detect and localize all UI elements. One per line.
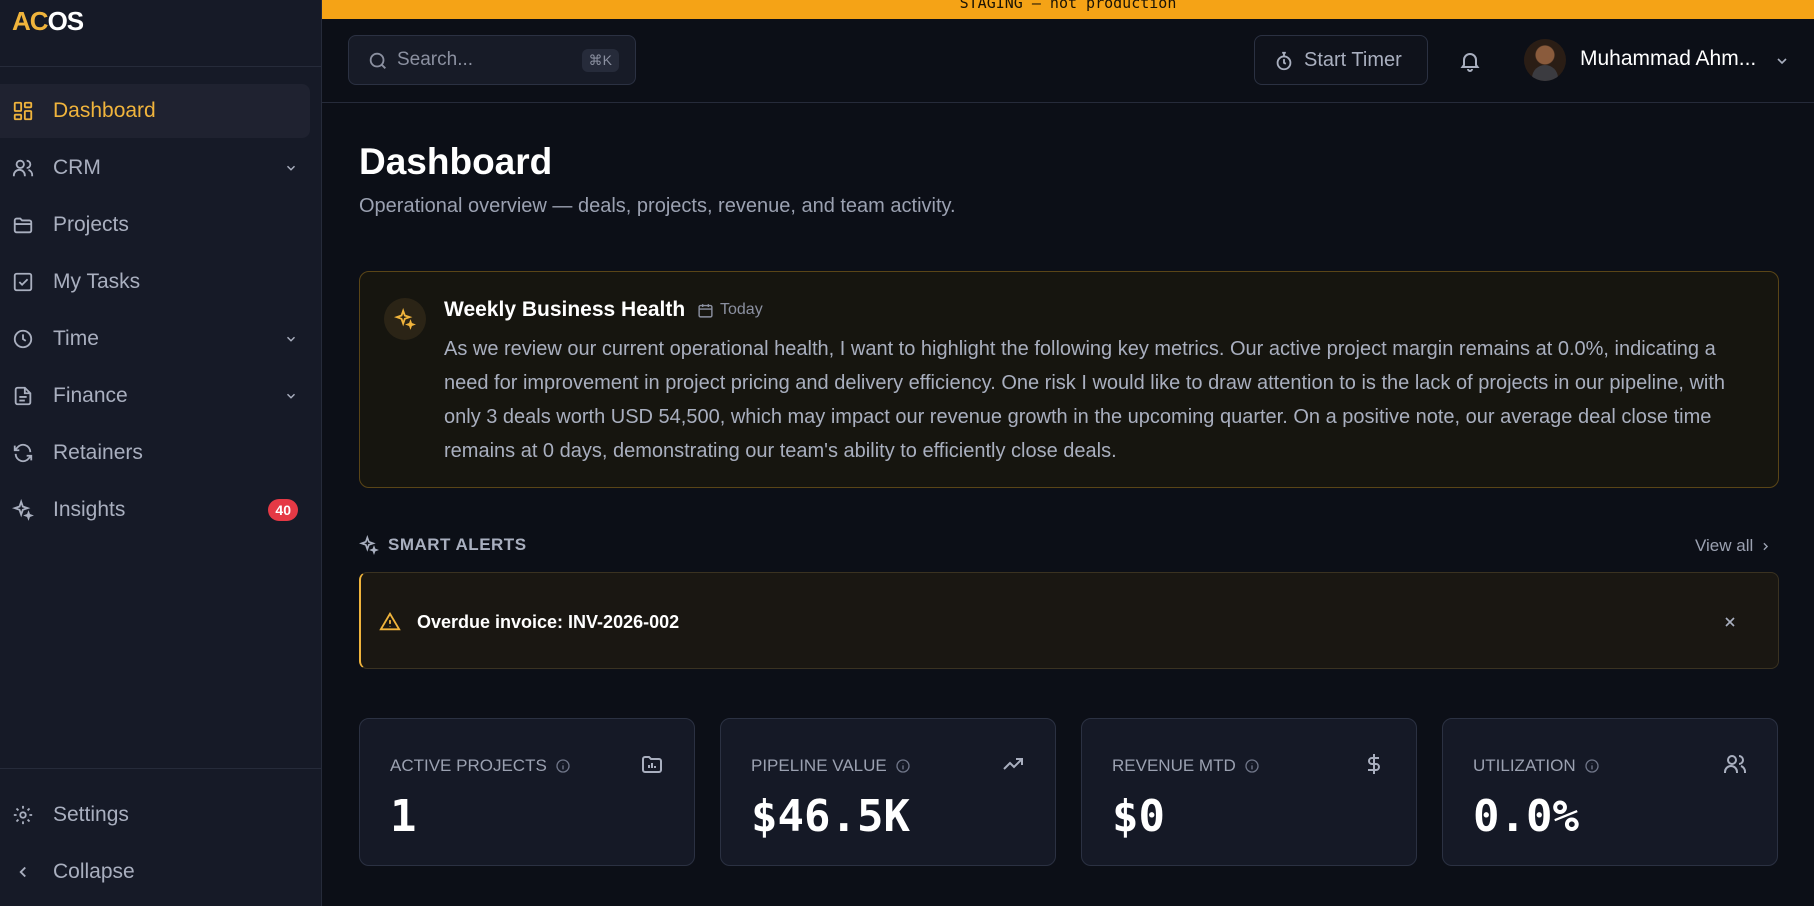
checkbox-icon [12,271,34,293]
chevron-down-icon[interactable] [284,389,298,403]
kpi-cards: ACTIVE PROJECTS 1 PIPELINE VALUE $46.5K … [359,718,1779,866]
alert-text: Overdue invoice: INV-2026-002 [417,612,680,632]
kpi-value: $46.5K [751,791,910,842]
gear-icon [12,804,34,826]
kpi-label-text: UTILIZATION [1473,756,1576,775]
alert-item[interactable]: Overdue invoice: INV-2026-002 [359,572,1779,669]
health-summary: As we review our current operational hea… [444,338,1726,462]
info-icon[interactable] [895,758,911,774]
chevron-right-icon [1759,540,1772,553]
chevron-left-icon [12,861,34,883]
insights-count-badge: 40 [268,499,298,521]
info-icon[interactable] [1584,758,1600,774]
sidebar: ACOS Dashboard CRM Projects My Tasks Tim… [0,0,322,906]
page-subtitle: Operational overview — deals, projects, … [359,195,956,217]
page-title: Dashboard [359,141,553,182]
search-input[interactable]: Search... ⌘K [348,35,636,85]
search-placeholder: Search... [397,49,474,70]
sidebar-item-my-tasks[interactable]: My Tasks [0,255,310,309]
sidebar-item-retainers[interactable]: Retainers [0,426,310,480]
sidebar-bottom-divider [0,768,322,769]
smart-alerts-label: SMART ALERTS [388,535,527,554]
staging-banner: STAGING — not production [322,0,1814,19]
sidebar-item-projects[interactable]: Projects [0,198,310,252]
sidebar-item-dashboard[interactable]: Dashboard [0,84,310,138]
health-date-label: Today [720,301,763,318]
start-timer-label: Start Timer [1304,48,1402,71]
chevron-down-icon[interactable] [284,161,298,175]
health-title: Weekly Business Health [444,298,686,321]
view-all-alerts-link[interactable]: View all [1695,536,1772,556]
kpi-label: PIPELINE VALUE [751,756,911,776]
logo-part-os: OS [47,6,85,36]
sidebar-item-finance[interactable]: Finance [0,369,310,423]
search-shortcut-hint: ⌘K [581,49,619,72]
users-icon [12,157,34,179]
sidebar-item-label: Collapse [53,860,135,883]
sidebar-collapse-button[interactable]: Collapse [0,845,310,899]
folder-chart-icon [640,752,664,776]
kpi-value: $0 [1112,791,1165,842]
health-date: Today [697,301,763,319]
refresh-icon [12,442,34,464]
kpi-value: 1 [390,791,417,842]
chevron-down-icon[interactable] [284,332,298,346]
sidebar-item-label: Insights [53,498,126,521]
clock-icon [12,328,34,350]
app-logo[interactable]: ACOS [12,6,85,46]
kpi-label-text: PIPELINE VALUE [751,756,887,775]
stopwatch-icon [1273,50,1295,72]
kpi-value: 0.0% [1473,791,1579,842]
sidebar-item-crm[interactable]: CRM [0,141,310,195]
sidebar-item-label: Finance [53,384,128,407]
sparkles-icon [12,499,34,521]
warning-icon [379,611,401,633]
trending-up-icon [1001,752,1025,776]
kpi-label: UTILIZATION [1473,756,1600,776]
logo-part-ac: AC [12,6,49,36]
sidebar-item-label: Settings [53,803,129,826]
sidebar-item-label: Retainers [53,441,143,464]
sidebar-item-settings[interactable]: Settings [0,788,310,842]
users-icon [1723,752,1747,776]
kpi-label: REVENUE MTD [1112,756,1260,776]
sparkles-icon [384,298,426,340]
sidebar-item-label: Time [53,327,99,350]
sparkles-icon [359,535,379,555]
sidebar-item-label: Dashboard [53,99,156,122]
sidebar-divider [0,66,322,67]
sidebar-item-time[interactable]: Time [0,312,310,366]
kpi-label-text: REVENUE MTD [1112,756,1236,775]
top-bar: Search... ⌘K Start Timer Muhammad Ahm... [322,19,1814,103]
kpi-card-utilization[interactable]: UTILIZATION 0.0% [1442,718,1778,866]
sidebar-item-insights[interactable]: Insights 40 [0,483,310,537]
kpi-card-pipeline-value[interactable]: PIPELINE VALUE $46.5K [720,718,1056,866]
calendar-icon [697,302,714,319]
user-name[interactable]: Muhammad Ahm... [1580,47,1756,71]
start-timer-button[interactable]: Start Timer [1254,35,1428,85]
sidebar-item-label: CRM [53,156,101,179]
kpi-card-active-projects[interactable]: ACTIVE PROJECTS 1 [359,718,695,866]
chevron-down-icon[interactable] [1774,53,1790,69]
grid-icon [12,100,34,122]
kpi-label: ACTIVE PROJECTS [390,756,571,776]
search-icon [367,50,389,72]
close-icon[interactable] [1722,614,1738,630]
view-all-label: View all [1695,536,1754,555]
info-icon[interactable] [555,758,571,774]
dollar-icon [1362,752,1386,776]
bell-icon[interactable] [1458,49,1482,73]
info-icon[interactable] [1244,758,1260,774]
sidebar-footer: Settings Collapse [0,788,322,902]
avatar[interactable] [1524,39,1566,81]
weekly-health-card: Weekly Business Health Today As we revie… [359,271,1779,488]
smart-alerts-heading: SMART ALERTS [359,535,527,555]
kpi-card-revenue-mtd[interactable]: REVENUE MTD $0 [1081,718,1417,866]
sidebar-nav: Dashboard CRM Projects My Tasks Time Fin… [0,84,322,540]
sidebar-item-label: Projects [53,213,129,236]
folder-icon [12,214,34,236]
kpi-label-text: ACTIVE PROJECTS [390,756,547,775]
file-text-icon [12,385,34,407]
sidebar-item-label: My Tasks [53,270,141,293]
